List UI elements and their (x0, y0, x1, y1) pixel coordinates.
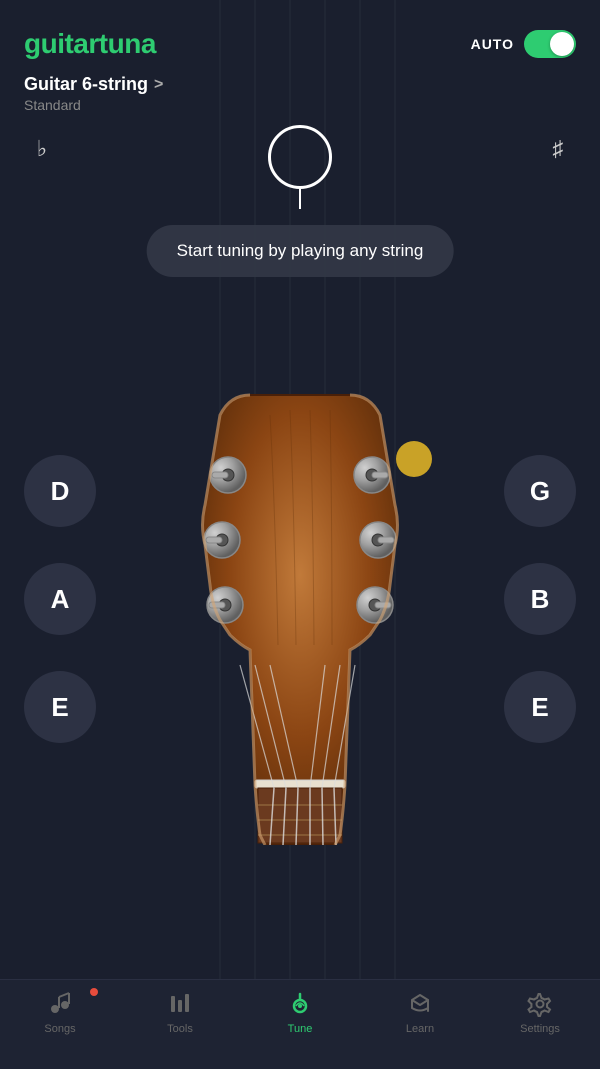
tuning-name: Standard (24, 97, 576, 113)
instrument-chevron: > (154, 76, 163, 94)
learn-icon (406, 990, 434, 1018)
gauge-pointer (299, 189, 301, 209)
gauge-circle (268, 125, 332, 189)
string-e-high-button[interactable]: E (504, 671, 576, 743)
songs-label: Songs (44, 1023, 75, 1035)
learn-label: Learn (406, 1023, 434, 1035)
string-b-button[interactable]: B (504, 563, 576, 635)
tune-label: Tune (288, 1023, 313, 1035)
instrument-selector[interactable]: Guitar 6-string > Standard (0, 70, 600, 115)
hint-tooltip: Start tuning by playing any string (147, 225, 454, 277)
instrument-name-text: Guitar 6-string (24, 74, 148, 95)
songs-icon (46, 990, 74, 1018)
auto-container: AUTO (471, 30, 576, 58)
string-a-button[interactable]: A (24, 563, 96, 635)
nav-item-tools[interactable]: Tools (120, 990, 240, 1035)
logo-part1: guitar (24, 28, 99, 59)
tuner-area: ♭ ♯ Start tuning by playing any string (0, 115, 600, 395)
toggle-knob (550, 32, 574, 56)
sharp-button[interactable]: ♯ (540, 131, 576, 167)
settings-label: Settings (520, 1023, 560, 1035)
string-d-button[interactable]: D (24, 455, 96, 527)
auto-label: AUTO (471, 36, 514, 52)
bottom-nav: Songs Tools Tune (0, 979, 600, 1069)
main-content: guitartuna AUTO Guitar 6-string > Standa… (0, 0, 600, 979)
guitar-section: D A E G B E (0, 395, 600, 875)
tune-icon (286, 990, 314, 1018)
logo-part2: tuna (99, 28, 156, 59)
string-g-button[interactable]: G (504, 455, 576, 527)
string-e-low-button[interactable]: E (24, 671, 96, 743)
notes-right: G B E (504, 455, 576, 743)
nav-item-tune[interactable]: Tune (240, 990, 360, 1035)
tools-label: Tools (167, 1023, 193, 1035)
auto-toggle[interactable] (524, 30, 576, 58)
tools-icon (166, 990, 194, 1018)
header: guitartuna AUTO (0, 0, 600, 70)
nav-item-learn[interactable]: Learn (360, 990, 480, 1035)
app-logo: guitartuna (24, 28, 156, 60)
headstock (170, 385, 430, 845)
hint-text: Start tuning by playing any string (177, 241, 424, 260)
nav-item-songs[interactable]: Songs (0, 990, 120, 1035)
tuning-indicator-dot (396, 441, 432, 477)
nav-item-settings[interactable]: Settings (480, 990, 600, 1035)
notes-left: D A E (24, 455, 96, 743)
songs-notification-dot (90, 988, 98, 996)
gauge-container (268, 125, 332, 189)
flat-button[interactable]: ♭ (24, 131, 60, 167)
instrument-name[interactable]: Guitar 6-string > (24, 74, 576, 95)
settings-icon (526, 990, 554, 1018)
